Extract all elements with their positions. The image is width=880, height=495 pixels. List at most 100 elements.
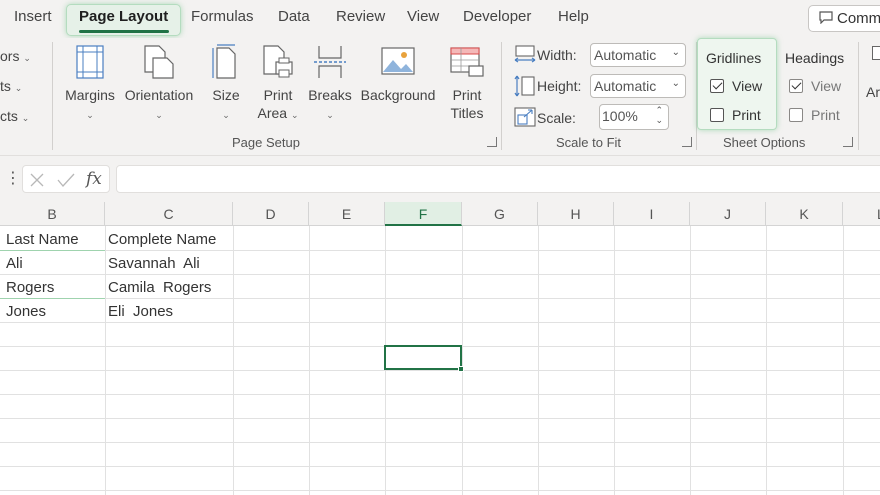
tab-page-layout[interactable]: Page Layout bbox=[79, 8, 168, 25]
arrange-button-partial[interactable]: Ar bbox=[866, 84, 880, 100]
column-header-b[interactable]: B bbox=[0, 202, 105, 226]
checkbox-unchecked-icon[interactable] bbox=[710, 108, 724, 122]
gridline bbox=[690, 226, 691, 495]
column-header-h[interactable]: H bbox=[538, 202, 614, 226]
insert-function-icon[interactable]: fx bbox=[86, 169, 102, 189]
active-cell-f7[interactable] bbox=[384, 345, 462, 370]
comments-label: Comm bbox=[837, 10, 880, 27]
column-header-e[interactable]: E bbox=[309, 202, 385, 226]
gridline bbox=[0, 250, 880, 251]
fill-handle[interactable] bbox=[458, 366, 464, 372]
headings-print-checkbox[interactable]: Print bbox=[789, 107, 840, 123]
column-header-k[interactable]: K bbox=[766, 202, 843, 226]
breaks-icon bbox=[314, 46, 346, 78]
cell-c1[interactable]: Complete Name bbox=[108, 231, 216, 248]
fonts-button-partial[interactable]: ts ⌄ bbox=[0, 78, 22, 94]
gridline bbox=[614, 226, 615, 495]
tab-insert[interactable]: Insert bbox=[14, 8, 52, 25]
gridline bbox=[105, 226, 106, 495]
gridlines-print-label: Print bbox=[732, 107, 761, 123]
print-area-label: Print bbox=[263, 87, 293, 103]
tab-view[interactable]: View bbox=[407, 8, 439, 25]
cancel-icon[interactable] bbox=[29, 172, 45, 188]
colors-button-partial[interactable]: ors ⌄ bbox=[0, 48, 31, 64]
cell-b2[interactable]: Ali bbox=[6, 255, 23, 272]
margins-button[interactable]: Margins ⌄ bbox=[62, 44, 118, 124]
chevron-down-icon: ⌄ bbox=[155, 110, 163, 120]
gridlines-view-checkbox[interactable]: View bbox=[710, 78, 762, 94]
tab-developer[interactable]: Developer bbox=[463, 8, 531, 25]
orientation-label: Orientation bbox=[124, 87, 194, 103]
gridline bbox=[766, 226, 767, 495]
partial-label: cts bbox=[0, 108, 18, 124]
checkbox-unchecked-icon[interactable] bbox=[789, 108, 803, 122]
cell-border-accent bbox=[0, 250, 105, 251]
cell-c2[interactable]: Savannah Ali bbox=[108, 255, 200, 272]
more-options-icon[interactable]: ⋮ bbox=[5, 168, 21, 188]
comments-button[interactable]: Comm bbox=[808, 5, 880, 32]
stepper-arrows-icon[interactable]: ⌃ ⌄ bbox=[655, 105, 663, 125]
group-separator bbox=[52, 42, 53, 150]
print-area-icon bbox=[263, 45, 293, 78]
tab-help[interactable]: Help bbox=[558, 8, 589, 25]
breaks-button[interactable]: Breaks ⌄ bbox=[308, 44, 352, 124]
cell-b3[interactable]: Rogers bbox=[6, 279, 54, 296]
cell-border-accent bbox=[0, 298, 105, 299]
orientation-icon bbox=[144, 45, 174, 79]
tab-data[interactable]: Data bbox=[278, 8, 310, 25]
background-image-icon bbox=[381, 47, 415, 75]
gridline bbox=[0, 394, 880, 395]
print-titles-button[interactable]: Print Titles bbox=[444, 44, 490, 122]
sheet-options-dialog-launcher-icon[interactable] bbox=[843, 137, 853, 147]
formula-input[interactable] bbox=[116, 165, 880, 193]
checkbox-checked-icon[interactable] bbox=[789, 79, 803, 93]
gridline bbox=[0, 442, 880, 443]
headings-view-checkbox[interactable]: View bbox=[789, 78, 841, 94]
chevron-down-icon: ⌄ bbox=[326, 110, 334, 120]
cell-b1[interactable]: Last Name bbox=[6, 231, 79, 248]
gridline bbox=[309, 226, 310, 495]
column-header-j[interactable]: J bbox=[690, 202, 766, 226]
column-header-d[interactable]: D bbox=[233, 202, 309, 226]
page-setup-dialog-launcher-icon[interactable] bbox=[487, 137, 497, 147]
cell-c4[interactable]: Eli Jones bbox=[108, 303, 173, 320]
height-select[interactable]: Automatic ⌄ bbox=[590, 74, 686, 98]
effects-button-partial[interactable]: cts ⌄ bbox=[0, 108, 29, 124]
gridline bbox=[462, 226, 463, 495]
background-button[interactable]: Background bbox=[358, 44, 438, 104]
gridlines-print-checkbox[interactable]: Print bbox=[710, 107, 761, 123]
checkbox-checked-icon[interactable] bbox=[710, 79, 724, 93]
chevron-down-icon: ⌄ bbox=[671, 47, 680, 58]
tab-formulas[interactable]: Formulas bbox=[191, 8, 254, 25]
column-header-i[interactable]: I bbox=[614, 202, 690, 226]
orientation-button[interactable]: Orientation ⌄ bbox=[122, 44, 196, 124]
print-area-button[interactable]: Print Area ⌄ bbox=[254, 44, 302, 124]
print-titles-label-2: Titles bbox=[450, 105, 484, 121]
partial-label: ors bbox=[0, 48, 20, 64]
formula-controls: fx bbox=[22, 165, 110, 193]
bring-forward-icon[interactable] bbox=[872, 46, 880, 60]
scale-to-fit-dialog-launcher-icon[interactable] bbox=[682, 137, 692, 147]
cell-b4[interactable]: Jones bbox=[6, 303, 46, 320]
size-button[interactable]: Size ⌄ bbox=[206, 44, 246, 124]
print-titles-icon bbox=[450, 47, 484, 77]
column-header-f[interactable]: F bbox=[385, 202, 462, 226]
height-icon bbox=[514, 75, 535, 97]
chevron-down-icon: ⌄ bbox=[21, 113, 30, 123]
print-titles-label: Print bbox=[452, 87, 482, 103]
ribbon: ors ⌄ ts ⌄ cts ⌄ Margins ⌄ Orientation ⌄ S… bbox=[0, 38, 880, 156]
chevron-down-icon: ⌄ bbox=[290, 110, 299, 120]
gridline bbox=[0, 298, 880, 299]
cell-c3[interactable]: Camila Rogers bbox=[108, 279, 211, 296]
scale-icon bbox=[514, 107, 536, 127]
headings-heading: Headings bbox=[785, 50, 845, 66]
partial-label: ts bbox=[0, 78, 11, 94]
width-select[interactable]: Automatic ⌄ bbox=[590, 43, 686, 67]
column-header-c[interactable]: C bbox=[105, 202, 233, 226]
tab-review[interactable]: Review bbox=[336, 8, 385, 25]
column-header-g[interactable]: G bbox=[462, 202, 538, 226]
enter-check-icon[interactable] bbox=[57, 172, 75, 188]
margins-icon bbox=[76, 45, 104, 79]
column-header-l[interactable]: L bbox=[843, 202, 880, 226]
scale-stepper[interactable]: 100% ⌃ ⌄ bbox=[599, 104, 669, 130]
